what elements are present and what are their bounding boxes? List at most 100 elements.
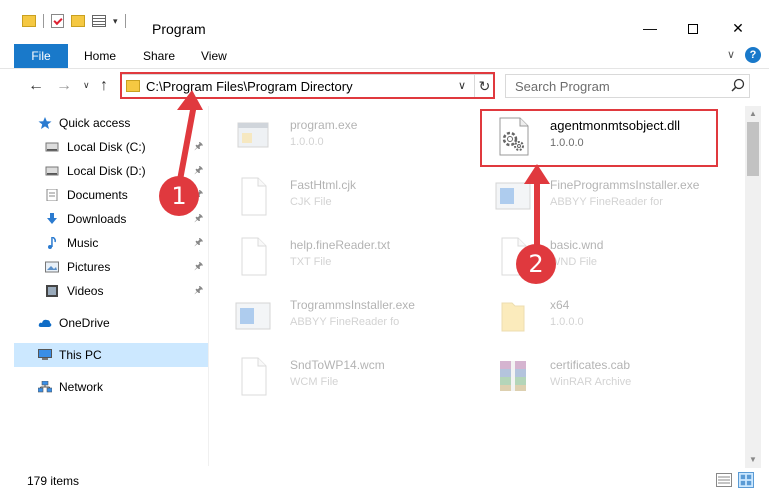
file-name: basic.wnd (550, 238, 604, 252)
navigation-bar: ← → ∨ ↑ C:\Program Files\Program Directo… (0, 69, 769, 105)
file-item[interactable]: FineProgrammsInstaller.exe ABBYY FineRea… (470, 168, 730, 224)
sidebar-item-label: Documents (67, 188, 128, 202)
file-name: program.exe (290, 118, 358, 132)
folder-icon (501, 302, 525, 332)
file-name: x64 (550, 298, 570, 312)
winrar-icon (500, 361, 526, 391)
address-dropdown[interactable]: ∨ (458, 79, 466, 92)
file-name: agentmonmtsobject.dll (550, 118, 681, 133)
address-path[interactable]: C:\Program Files\Program Directory (146, 79, 353, 94)
installer-icon (235, 302, 271, 330)
tab-view[interactable]: View (201, 44, 227, 68)
file-item[interactable]: help.fineReader.txt TXT File (210, 228, 470, 284)
sidebar-item-music[interactable]: Music 🖈 (14, 231, 208, 255)
recent-locations-dropdown[interactable]: ∨ (83, 80, 90, 91)
sidebar-item-label: OneDrive (59, 316, 110, 330)
back-button[interactable]: ← (28, 77, 44, 95)
sidebar-item-label: Downloads (67, 212, 127, 226)
pin-icon[interactable]: 🖈 (194, 135, 203, 159)
navigation-pane: Quick access Local Disk (C:) 🖈 Local Dis… (14, 106, 208, 466)
large-icons-view-icon[interactable] (738, 472, 754, 488)
callout-badge-2: 2 (516, 244, 556, 284)
pin-icon[interactable]: 🖈 (194, 159, 203, 183)
sidebar-item-pictures[interactable]: Pictures 🖈 (14, 255, 208, 279)
cloud-icon (38, 319, 52, 327)
callout-badge-1: 1 (159, 176, 199, 216)
properties-icon[interactable] (51, 14, 64, 28)
file-item[interactable]: certificates.cab WinRAR Archive (470, 348, 730, 404)
sidebar-item-quick-access[interactable]: Quick access (14, 111, 208, 135)
minimize-button[interactable]: — (627, 14, 673, 42)
search-icon[interactable] (730, 78, 746, 94)
folder-icon (22, 15, 36, 27)
installer-icon (495, 182, 531, 210)
customize-toolbar-dropdown[interactable]: ▾ (113, 16, 118, 27)
file-item[interactable]: basic.wnd WND File (470, 228, 730, 284)
search-placeholder: Search Program (515, 79, 610, 94)
network-icon (38, 381, 52, 393)
videos-icon (46, 285, 58, 297)
file-name: help.fineReader.txt (290, 238, 391, 252)
pin-icon[interactable]: 🖈 (194, 231, 203, 255)
dll-gear-icon (499, 117, 529, 156)
vertical-scrollbar[interactable]: ▲ ▼ (745, 106, 761, 468)
view-options-icon[interactable] (92, 15, 106, 27)
star-icon (38, 117, 52, 129)
blank-file-icon (241, 177, 267, 216)
pane-divider (208, 106, 209, 466)
up-button[interactable]: ↑ (100, 77, 108, 95)
tab-home[interactable]: Home (84, 44, 116, 68)
file-item[interactable]: program.exe 1.0.0.0 (210, 108, 470, 164)
documents-icon (46, 189, 58, 201)
sidebar-item-onedrive[interactable]: OneDrive (14, 311, 208, 335)
forward-button[interactable]: → (56, 77, 72, 95)
sidebar-item-label: Pictures (67, 260, 111, 274)
status-bar: 179 items (0, 468, 769, 501)
expand-ribbon-icon[interactable]: ∨ (727, 48, 735, 61)
file-item[interactable]: agentmonmtsobject.dll 1.0.0.0 (470, 108, 730, 164)
file-type: ABBYY FineReader fo (290, 316, 400, 328)
file-item[interactable]: FastHtml.cjk CJK File (210, 168, 470, 224)
maximize-button[interactable] (670, 14, 716, 42)
address-bar[interactable]: C:\Program Files\Program Directory ∨ ↻ (121, 74, 494, 98)
tab-file[interactable]: File (14, 44, 68, 68)
pin-icon[interactable]: 🖈 (194, 207, 203, 231)
file-name: SndToWP14.wcm (290, 358, 385, 372)
file-type: WND File (550, 256, 598, 268)
new-folder-icon[interactable] (71, 15, 85, 27)
pin-icon[interactable]: 🖈 (194, 279, 203, 303)
details-view-icon[interactable] (716, 473, 732, 487)
folder-icon (126, 80, 140, 92)
sidebar-item-videos[interactable]: Videos 🖈 (14, 279, 208, 303)
sidebar-item-network[interactable]: Network (14, 375, 208, 399)
sidebar-item-local-disk-c[interactable]: Local Disk (C:) 🖈 (14, 135, 208, 159)
scroll-down-arrow-icon[interactable]: ▼ (745, 452, 761, 468)
refresh-button[interactable]: ↻ (474, 75, 494, 97)
close-button[interactable]: ✕ (715, 14, 761, 42)
file-item[interactable]: TrogrammsInstaller.exe ABBYY FineReader … (210, 288, 470, 344)
file-item[interactable]: x64 1.0.0.0 (470, 288, 730, 344)
blank-file-icon (241, 237, 267, 276)
tab-share[interactable]: Share (143, 44, 175, 68)
help-icon[interactable]: ? (745, 47, 761, 63)
search-input[interactable]: Search Program (505, 74, 750, 98)
file-type: WinRAR Archive (550, 376, 632, 388)
sidebar-item-label: This PC (59, 348, 102, 362)
sidebar-item-label: Quick access (59, 116, 131, 130)
drive-icon (45, 166, 59, 176)
sidebar-item-this-pc[interactable]: This PC (14, 343, 208, 367)
sidebar-item-label: Videos (67, 284, 104, 298)
file-version: 1.0.0.0 (550, 316, 584, 328)
pin-icon[interactable]: 🖈 (194, 255, 203, 279)
window-title: Program (152, 21, 206, 37)
drive-icon (45, 142, 59, 152)
item-count: 179 items (27, 474, 80, 488)
file-item[interactable]: SndToWP14.wcm WCM File (210, 348, 470, 404)
quick-access-toolbar: ▾ (22, 14, 126, 28)
file-version: 1.0.0.0 (290, 136, 324, 148)
pictures-icon (45, 261, 59, 273)
scroll-up-arrow-icon[interactable]: ▲ (745, 106, 761, 122)
sidebar-item-label: Local Disk (D:) (67, 164, 146, 178)
scroll-thumb[interactable] (747, 122, 759, 176)
file-type: ABBYY FineReader for (550, 196, 663, 208)
